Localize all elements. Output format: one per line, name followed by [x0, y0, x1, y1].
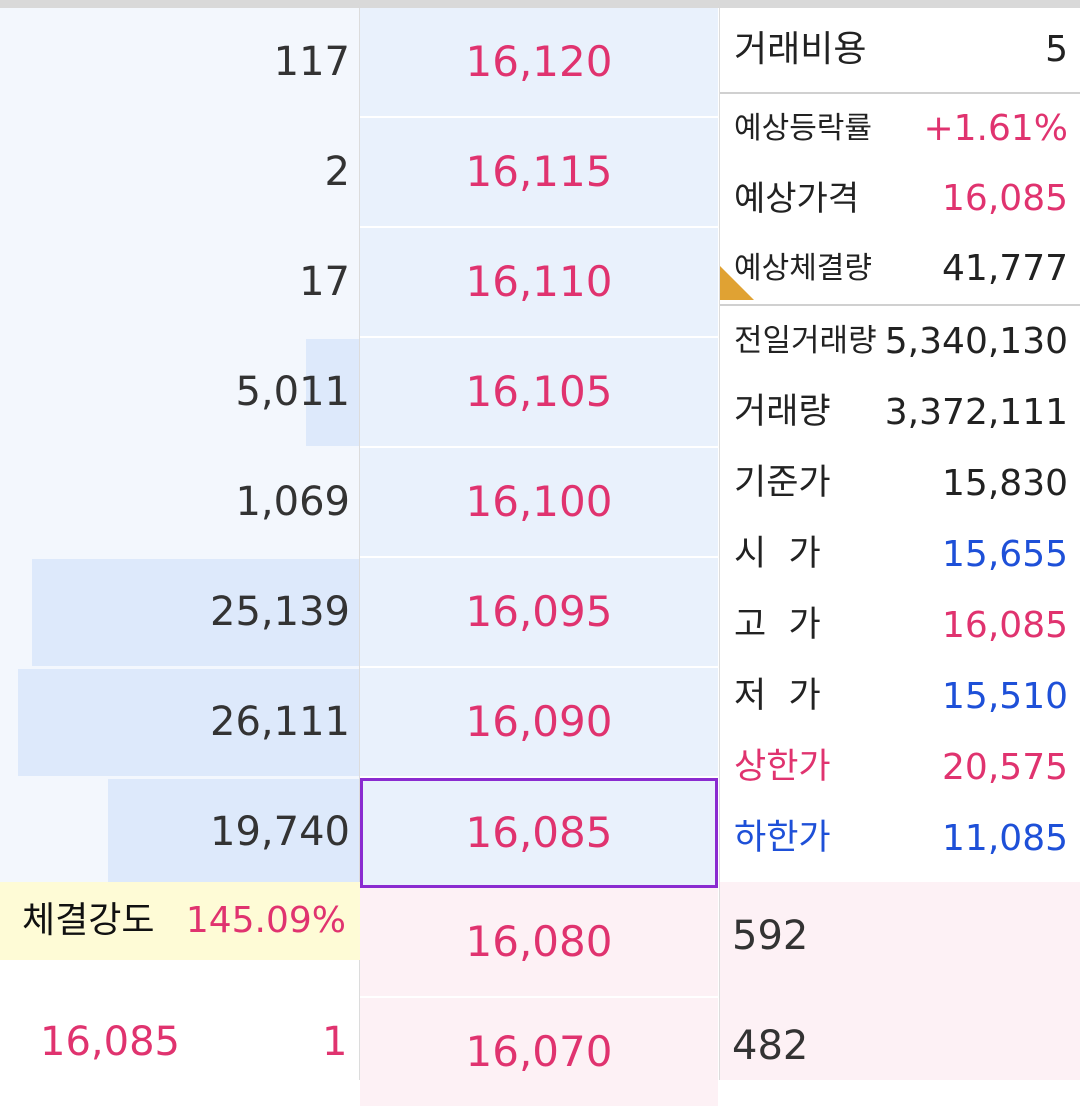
- bid-price-cell[interactable]: 16,070: [360, 998, 718, 1108]
- stat-label: 고 가: [734, 605, 821, 645]
- ask-price-cell[interactable]: 16,105: [360, 338, 718, 448]
- price-ladder[interactable]: 16,120 16,115 16,110 16,105 16,100 16,095 16,0…: [360, 8, 720, 1108]
- expected-value: +1.61%: [923, 108, 1068, 149]
- ask-row[interactable]: 25,139: [0, 558, 360, 667]
- expected-row: 예상등락률 +1.61%: [720, 94, 1080, 164]
- ask-quantity: 26,111: [210, 699, 350, 745]
- fee-label: 거래비용: [734, 29, 867, 70]
- ask-price-cell[interactable]: 16,110: [360, 228, 718, 338]
- stat-row: 전일거래량 5,340,130: [720, 306, 1080, 377]
- top-edge-bar: [0, 0, 1080, 8]
- trade-strength: 체결강도 145.09%: [0, 882, 360, 960]
- stat-label: 저 가: [734, 676, 821, 716]
- ask-price-cell[interactable]: 16,120: [360, 8, 718, 118]
- stat-row: 시 가 15,655: [720, 519, 1080, 590]
- ask-row[interactable]: 117: [0, 8, 360, 117]
- ask-quantity-column: 117 2 17 5,011 1,069 25,139 26,111 19,740: [0, 8, 360, 886]
- expected-marker-icon: [720, 266, 754, 300]
- stat-row: 거래량 3,372,111: [720, 377, 1080, 448]
- stat-value: 15,830: [942, 463, 1068, 504]
- stat-row: 저 가 15,510: [720, 661, 1080, 732]
- stat-value: 15,655: [942, 534, 1068, 575]
- expected-row: 예상가격 16,085: [720, 164, 1080, 234]
- ask-row[interactable]: 5,011: [0, 338, 360, 447]
- expected-label: 예상체결량: [734, 251, 872, 286]
- ask-row[interactable]: 2: [0, 118, 360, 227]
- expected-value: 41,777: [942, 248, 1068, 289]
- ask-price-cell[interactable]: 16,100: [360, 448, 718, 558]
- expected-value: 16,085: [942, 178, 1068, 219]
- ask-quantity: 17: [299, 259, 350, 305]
- stat-row: 기준가 15,830: [720, 448, 1080, 519]
- stat-value: 11,085: [942, 818, 1068, 859]
- bid-quantity: 592: [732, 913, 809, 959]
- stat-label: 거래량: [734, 392, 831, 432]
- ask-row[interactable]: 26,111: [0, 668, 360, 777]
- stat-row: 하한가 11,085: [720, 803, 1080, 874]
- ask-price-cell[interactable]: 16,095: [360, 558, 718, 668]
- expected-row: 예상체결량 41,777: [720, 234, 1080, 304]
- stat-row: 고 가 16,085: [720, 590, 1080, 661]
- current-price-cell[interactable]: 16,085: [360, 778, 718, 888]
- ask-quantity: 19,740: [210, 809, 350, 855]
- fee-value: 5: [1045, 29, 1068, 70]
- bid-quantity: 482: [732, 1023, 809, 1069]
- ask-quantity: 5,011: [235, 369, 350, 415]
- trade-strength-value: 145.09%: [185, 900, 346, 941]
- ask-quantity: 117: [273, 39, 350, 85]
- stat-label: 하한가: [734, 818, 831, 858]
- stat-value: 5,340,130: [884, 321, 1068, 362]
- stat-value: 3,372,111: [884, 392, 1068, 433]
- ask-quantity: 25,139: [210, 589, 350, 635]
- stock-info-panel: 거래비용 5 예상등락률 +1.61% 예상가격 16,085 예상체결량 41,777 …: [720, 8, 1080, 882]
- ask-price-cell[interactable]: 16,090: [360, 668, 718, 778]
- ask-row[interactable]: 19,740: [0, 778, 360, 887]
- stat-value: 15,510: [942, 676, 1068, 717]
- ask-quantity: 2: [324, 149, 350, 195]
- bid-quantity-column: 592 482: [720, 882, 1080, 1080]
- stat-value: 16,085: [942, 605, 1068, 646]
- ask-row[interactable]: 1,069: [0, 448, 360, 557]
- stat-row: 상한가 20,575: [720, 732, 1080, 803]
- stat-value: 20,575: [942, 747, 1068, 788]
- stat-label: 시 가: [734, 534, 821, 574]
- stat-label: 상한가: [734, 747, 831, 787]
- bid-price-cell[interactable]: 16,080: [360, 888, 718, 998]
- ask-row[interactable]: 17: [0, 228, 360, 337]
- stat-label: 기준가: [734, 463, 831, 503]
- expected-label: 예상가격: [734, 179, 860, 219]
- ask-price-cell[interactable]: 16,115: [360, 118, 718, 228]
- last-trade-qty: 1: [322, 1019, 348, 1065]
- last-trade-price: 16,085: [40, 1019, 180, 1065]
- expected-label: 예상등락률: [734, 111, 872, 146]
- fee-row: 거래비용 5: [720, 8, 1080, 92]
- trade-strength-label: 체결강도: [22, 900, 155, 941]
- ask-quantity: 1,069: [235, 479, 350, 525]
- stat-label: 전일거래량: [734, 323, 877, 359]
